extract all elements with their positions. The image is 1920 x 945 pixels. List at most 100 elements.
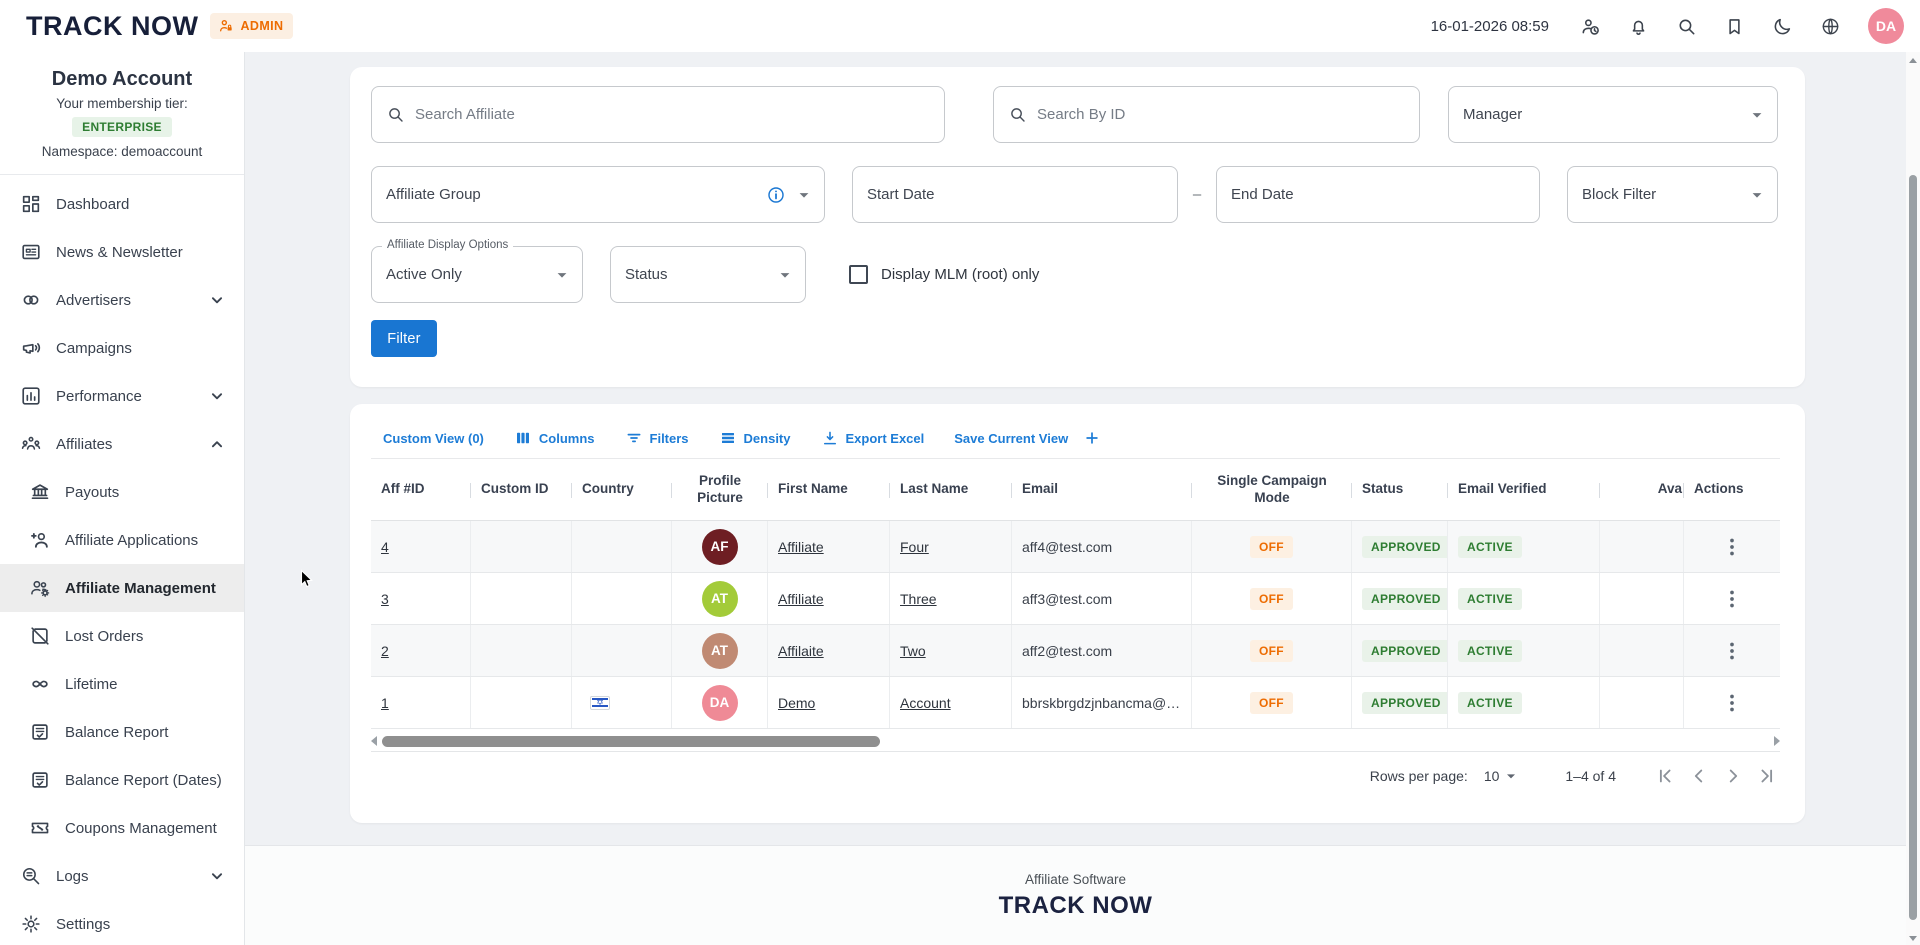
column-header-custom-id[interactable]: Custom ID [471,459,572,520]
scroll-right-icon[interactable] [1774,736,1780,746]
dark-mode-moon-icon[interactable] [1772,16,1793,37]
column-header-first-name[interactable]: First Name [768,459,890,520]
sidebar-item-settings[interactable]: Settings [0,900,244,945]
affiliate-id-link[interactable]: 3 [381,591,389,607]
footer-tagline: Affiliate Software [245,846,1906,887]
scroll-left-icon[interactable] [371,736,377,746]
previous-page-button[interactable] [1682,759,1716,793]
toolbar-density-button[interactable]: Density [719,429,791,447]
status-select[interactable]: Status [610,246,806,303]
sidebar-item-lifetime[interactable]: Lifetime [0,660,244,708]
search-icon[interactable] [1676,16,1697,37]
column-header-single-campaign-mode[interactable]: Single Campaign Mode [1192,459,1352,520]
toolbar-export-excel-button[interactable]: Export Excel [821,429,925,447]
column-header-actions[interactable]: Actions [1684,459,1780,520]
row-actions-kebab-icon[interactable] [1719,690,1745,716]
row-actions-kebab-icon[interactable] [1719,534,1745,560]
sidebar-item-lost-orders[interactable]: Lost Orders [0,612,244,660]
sidebar-item-news-newsletter[interactable]: News & Newsletter [0,228,244,276]
bookmark-icon[interactable] [1724,16,1745,37]
block-filter-select[interactable]: Block Filter [1567,166,1778,223]
column-header-aff-id[interactable]: Aff #ID [371,459,471,520]
row-actions-kebab-icon[interactable] [1719,638,1745,664]
affiliate-id-link[interactable]: 1 [381,695,389,711]
infinity-icon [29,673,51,695]
affiliate-group-select[interactable]: Affiliate Group [371,166,825,223]
footer: Affiliate Software TRACK NOW [245,845,1906,945]
sidebar-item-label: Performance [56,388,206,405]
sidebar-item-balance-report[interactable]: Balance Report [0,708,244,756]
sidebar-item-performance[interactable]: Performance [0,372,244,420]
sidebar-item-label: Payouts [65,484,228,501]
column-header-ava[interactable]: Ava [1600,459,1684,520]
user-clock-icon[interactable] [1580,16,1601,37]
notifications-bell-icon[interactable] [1628,16,1649,37]
first-name-link[interactable]: Affiliate [778,591,824,607]
horizontal-scroll-thumb[interactable] [382,736,880,747]
window-vertical-scrollbar[interactable] [1906,52,1920,945]
first-name-link[interactable]: Affilaite [778,643,824,659]
sidebar-item-advertisers[interactable]: Advertisers [0,276,244,324]
last-page-button[interactable] [1750,759,1784,793]
search-by-id-input[interactable] [1037,106,1405,123]
user-avatar[interactable]: DA [1868,8,1904,44]
brand-logo[interactable]: TRACK NOW [26,11,198,42]
display-mlm-checkbox-row[interactable]: Display MLM (root) only [849,246,1039,303]
status-badge: APPROVED [1362,536,1448,558]
sidebar-item-campaigns[interactable]: Campaigns [0,324,244,372]
first-name-link[interactable]: Demo [778,695,815,711]
last-name-link[interactable]: Three [900,591,937,607]
toolbar-save-current-view-button[interactable]: Save Current View [954,429,1101,447]
filter-button[interactable]: Filter [371,320,437,357]
sidebar-item-logs[interactable]: Logs [0,852,244,900]
sidebar-item-payouts[interactable]: Payouts [0,468,244,516]
row-actions-kebab-icon[interactable] [1719,586,1745,612]
column-header-email[interactable]: Email [1012,459,1192,520]
vertical-scroll-thumb[interactable] [1909,175,1917,920]
sidebar-item-coupons-management[interactable]: Coupons Management [0,804,244,852]
toolbar-custom-view-0-button[interactable]: Custom View (0) [383,431,484,446]
search-affiliate-input[interactable] [415,106,930,123]
column-header-profile-picture[interactable]: Profile Picture [672,459,768,520]
horizontal-scrollbar[interactable] [371,734,1780,748]
info-icon[interactable] [766,185,786,205]
display-mlm-checkbox[interactable] [849,265,868,284]
sidebar-item-balance-report-dates[interactable]: Balance Report (Dates) [0,756,244,804]
language-globe-icon[interactable] [1820,16,1841,37]
sidebar-item-affiliate-applications[interactable]: Affiliate Applications [0,516,244,564]
column-header-status[interactable]: Status [1352,459,1448,520]
next-page-button[interactable] [1716,759,1750,793]
sidebar-item-dashboard[interactable]: Dashboard [0,180,244,228]
last-name-link[interactable]: Two [900,643,926,659]
column-header-country[interactable]: Country [572,459,672,520]
affiliate-id-link[interactable]: 4 [381,539,389,555]
profile-avatar[interactable]: DA [702,685,738,721]
profile-avatar[interactable]: AT [702,581,738,617]
campaigns-icon [20,337,42,359]
start-date-field[interactable]: Start Date [852,166,1178,223]
affiliate-id-link[interactable]: 2 [381,643,389,659]
end-date-field[interactable]: End Date [1216,166,1540,223]
rows-per-page-select[interactable]: 10 [1484,766,1522,786]
scroll-down-icon[interactable] [1909,936,1917,941]
display-options-select[interactable]: Affiliate Display Options Active Only [371,246,583,303]
profile-avatar[interactable]: AT [702,633,738,669]
sidebar-item-affiliates[interactable]: Affiliates [0,420,244,468]
first-name-link[interactable]: Affiliate [778,539,824,555]
toolbar-columns-button[interactable]: Columns [514,429,595,447]
profile-avatar[interactable]: AF [702,529,738,565]
scroll-up-icon[interactable] [1909,58,1917,63]
last-name-link[interactable]: Account [900,695,951,711]
performance-icon [20,385,42,407]
horizontal-scroll-track[interactable] [379,736,1772,747]
toolbar-filters-button[interactable]: Filters [625,429,689,447]
sidebar-item-affiliate-management[interactable]: Affiliate Management [0,564,244,612]
column-header-last-name[interactable]: Last Name [890,459,1012,520]
column-header-email-verified[interactable]: Email Verified [1448,459,1600,520]
last-name-link[interactable]: Four [900,539,929,555]
manager-select[interactable]: Manager [1448,86,1778,143]
search-by-id-field[interactable] [993,86,1420,143]
table-toolbar: Custom View (0) Columns Filters Density Expo… [383,425,1101,451]
search-affiliate-field[interactable] [371,86,945,143]
first-page-button[interactable] [1648,759,1682,793]
